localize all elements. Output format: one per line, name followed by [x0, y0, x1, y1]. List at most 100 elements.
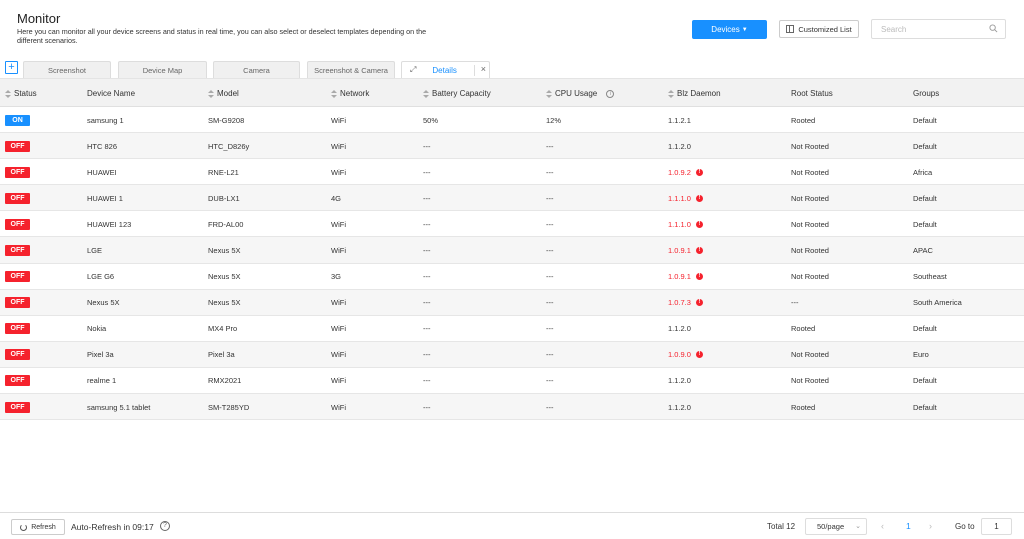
table-row[interactable]: OFF HUAWEI 123 FRD-AL00 WiFi --- --- 1.1.1.0! N…: [0, 211, 1024, 238]
model-cell: Pixel 3a: [208, 342, 235, 368]
daemon-value: 1.0.7.3: [668, 298, 691, 308]
goto-page-input[interactable]: [981, 518, 1012, 535]
table-row[interactable]: OFF realme 1 RMX2021 WiFi --- --- 1.1.2.0 Not R…: [0, 368, 1024, 395]
info-icon[interactable]: i: [606, 89, 615, 98]
root-status-cell: Not Rooted: [791, 211, 829, 237]
sort-icon: [5, 89, 11, 98]
model-value: RMX2021: [208, 376, 242, 386]
page-size-select[interactable]: 50/page ⌄: [805, 518, 867, 535]
daemon-value: 1.0.9.1: [668, 245, 691, 255]
column-label: Model: [217, 89, 239, 98]
model-cell: Nexus 5X: [208, 237, 241, 263]
network-value: 3G: [331, 272, 342, 282]
group-cell: APAC: [913, 237, 933, 263]
model-value: MX4 Pro: [208, 324, 238, 334]
column-network[interactable]: Network: [331, 79, 369, 108]
tab-device-map[interactable]: Device Map: [118, 61, 207, 78]
warning-icon[interactable]: !: [695, 194, 703, 202]
column-blz-daemon[interactable]: Blz Daemon: [668, 79, 721, 108]
page-description: Here you can monitor all your device scr…: [17, 27, 427, 45]
column-status[interactable]: Status: [5, 79, 37, 108]
warning-icon[interactable]: !: [695, 168, 703, 176]
group-value: APAC: [913, 245, 933, 255]
cpu-value: ---: [546, 219, 554, 229]
status-badge: OFF: [5, 375, 30, 387]
root-value: Not Rooted: [791, 376, 829, 386]
tab-camera[interactable]: Camera: [213, 61, 300, 78]
column-battery[interactable]: Battery Capacity: [423, 79, 491, 108]
network-value: WiFi: [331, 219, 346, 229]
next-page-icon[interactable]: ›: [929, 521, 932, 531]
search-icon[interactable]: [989, 24, 998, 33]
tab-screenshot-camera[interactable]: Screenshot & Camera: [307, 61, 395, 78]
status-badge: ON: [5, 114, 30, 126]
status-cell: OFF: [5, 394, 30, 420]
root-value: Not Rooted: [791, 272, 829, 282]
name-value: HUAWEI 123: [87, 219, 132, 229]
group-value: South America: [913, 298, 962, 308]
help-icon[interactable]: ?: [160, 521, 170, 531]
cpu-value: ---: [546, 167, 554, 177]
close-icon[interactable]: ×: [481, 64, 486, 74]
table-row[interactable]: OFF Pixel 3a Pixel 3a WiFi --- --- 1.0.9.0! Not…: [0, 341, 1024, 368]
model-value: HTC_D826y: [208, 141, 250, 151]
column-label: Network: [340, 89, 370, 98]
network-cell: WiFi: [331, 394, 346, 420]
tab-details[interactable]: ⤢ Details ×: [401, 61, 490, 78]
add-tab-icon[interactable]: +: [5, 61, 18, 74]
model-value: Pixel 3a: [208, 350, 235, 360]
model-value: Nexus 5X: [208, 272, 241, 282]
battery-value: ---: [423, 376, 431, 386]
cpu-cell: ---: [546, 368, 554, 394]
expand-icon[interactable]: ⤢: [410, 65, 416, 75]
customized-list-button[interactable]: Customized List: [779, 20, 859, 38]
network-cell: WiFi: [331, 211, 346, 237]
cpu-cell: ---: [546, 211, 554, 237]
network-cell: WiFi: [331, 290, 346, 316]
network-cell: WiFi: [331, 107, 346, 133]
battery-cell: 50%: [423, 107, 438, 133]
column-label: Status: [14, 89, 37, 98]
table-row[interactable]: OFF HUAWEI 1 DUB-LX1 4G --- --- 1.1.1.0! Not Ro…: [0, 185, 1024, 212]
name-value: HTC 826: [87, 141, 118, 151]
warning-icon[interactable]: !: [695, 299, 703, 307]
daemon-value: 1.1.2.0: [668, 141, 691, 151]
warning-icon[interactable]: !: [695, 351, 703, 359]
root-status-cell: Not Rooted: [791, 264, 829, 290]
daemon-value: 1.0.9.1: [668, 272, 691, 282]
model-cell: SM-T285YD: [208, 394, 249, 420]
group-value: Default: [913, 219, 937, 229]
warning-icon[interactable]: !: [695, 273, 703, 281]
cpu-value: ---: [546, 376, 554, 386]
prev-page-icon[interactable]: ‹: [881, 521, 884, 531]
tab-screenshot[interactable]: Screenshot: [23, 61, 111, 78]
warning-icon[interactable]: !: [695, 220, 703, 228]
model-cell: MX4 Pro: [208, 316, 237, 342]
table-row[interactable]: OFF HUAWEI RNE-L21 WiFi --- --- 1.0.9.2! Not Ro…: [0, 159, 1024, 186]
group-cell: South America: [913, 290, 962, 316]
group-cell: Southeast: [913, 264, 947, 290]
cpu-cell: ---: [546, 237, 554, 263]
column-cpu-usage[interactable]: CPU Usage i: [546, 79, 615, 108]
column-model[interactable]: Model: [208, 79, 239, 108]
table-row[interactable]: ON samsung 1 SM-G9208 WiFi 50% 12% 1.1.2.1 Root…: [0, 107, 1024, 134]
root-value: Not Rooted: [791, 167, 829, 177]
cpu-value: ---: [546, 298, 554, 308]
table-row[interactable]: OFF LGE Nexus 5X WiFi --- --- 1.0.9.1! Not Root…: [0, 237, 1024, 264]
table-row[interactable]: OFF HTC 826 HTC_D826y WiFi --- --- 1.1.2.0 Not …: [0, 133, 1024, 160]
status-cell: OFF: [5, 159, 30, 185]
table-row[interactable]: OFF samsung 5.1 tablet SM-T285YD WiFi --- ---…: [0, 394, 1024, 421]
devices-dropdown-button[interactable]: Devices ▼: [692, 20, 767, 39]
search-input[interactable]: [872, 20, 982, 38]
root-status-cell: Not Rooted: [791, 368, 829, 394]
group-value: Default: [913, 402, 937, 412]
refresh-button[interactable]: Refresh: [11, 519, 65, 535]
table-row[interactable]: OFF Nexus 5X Nexus 5X WiFi --- --- 1.0.7.3! ---…: [0, 289, 1024, 316]
device-name-cell: Nokia: [87, 316, 106, 342]
table-row[interactable]: OFF Nokia MX4 Pro WiFi --- --- 1.1.2.0 Rooted De…: [0, 316, 1024, 342]
network-value: WiFi: [331, 141, 346, 151]
cpu-value: ---: [546, 272, 554, 282]
warning-icon[interactable]: !: [695, 246, 703, 254]
table-row[interactable]: OFF LGE G6 Nexus 5X 3G --- --- 1.0.9.1! Not Roo…: [0, 264, 1024, 290]
page-number[interactable]: 1: [906, 521, 911, 531]
